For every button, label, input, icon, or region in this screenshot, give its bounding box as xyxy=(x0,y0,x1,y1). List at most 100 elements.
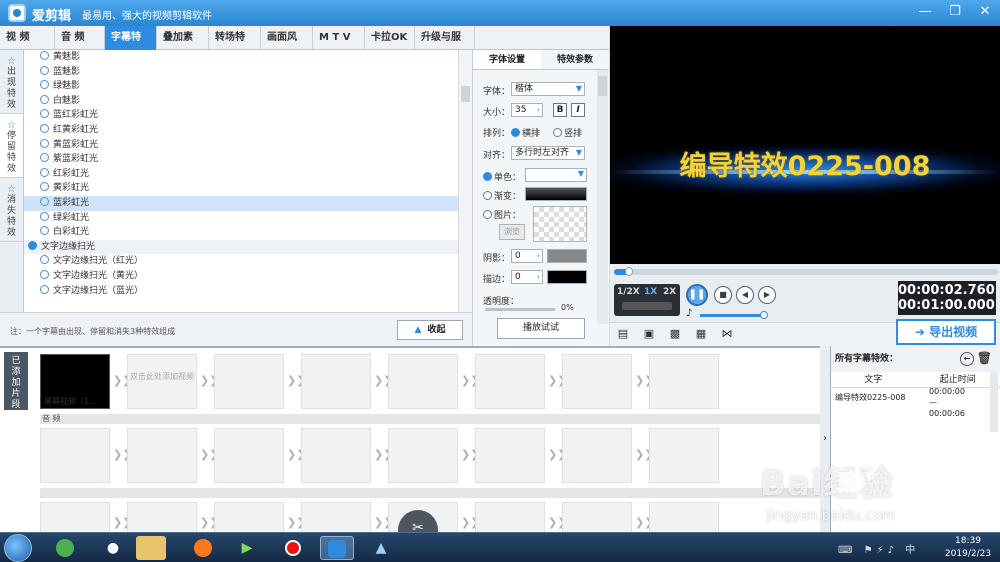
empty-clip-slot[interactable] xyxy=(127,428,197,483)
taskbar-qq-icon[interactable]: ● xyxy=(96,536,130,560)
volume-slider[interactable] xyxy=(700,311,769,319)
effect-item[interactable]: 绿魅影 xyxy=(24,79,458,94)
open-folder-icon[interactable]: ▣ xyxy=(642,327,656,341)
empty-clip-slot[interactable] xyxy=(649,502,719,532)
effect-item[interactable]: 蓝红彩虹光 xyxy=(24,108,458,123)
effect-group-item[interactable]: 文字边缘扫光 xyxy=(24,239,458,255)
arrange-vertical-radio[interactable]: 竖排 xyxy=(553,126,582,139)
empty-clip-slot[interactable] xyxy=(562,354,632,409)
effect-item[interactable]: 蓝彩虹光 xyxy=(24,195,458,211)
menu-tab-styles[interactable]: 画面风格 xyxy=(261,26,313,67)
trash-icon[interactable]: 🗑 xyxy=(977,351,992,365)
effect-item[interactable]: 黄彩虹光 xyxy=(24,181,458,196)
previous-button[interactable]: ◀ xyxy=(736,286,754,304)
empty-clip-slot[interactable] xyxy=(214,354,284,409)
effect-item[interactable]: 白彩虹光 xyxy=(24,225,458,240)
opacity-slider[interactable] xyxy=(485,308,555,311)
effect-item[interactable]: 文字边缘扫光（蓝光） xyxy=(24,284,458,299)
subtitles-scrollbar[interactable] xyxy=(990,372,998,432)
start-button[interactable] xyxy=(4,534,32,562)
taskbar-app-icon[interactable]: ▲ xyxy=(364,536,398,560)
menu-tab-overlay[interactable]: 叠加素材 xyxy=(157,26,209,67)
new-project-icon[interactable]: ▤ xyxy=(616,327,630,341)
effect-item[interactable]: 文字边缘扫光（黄光） xyxy=(24,269,458,284)
vtab-appear[interactable]: ☆ 出现特效 xyxy=(0,50,23,114)
empty-clip-slot[interactable] xyxy=(475,428,545,483)
empty-clip-slot[interactable] xyxy=(301,502,371,532)
effect-item[interactable]: 绿彩虹光 xyxy=(24,211,458,226)
playback-progress[interactable] xyxy=(614,267,998,276)
menu-tab-audio[interactable]: 音 频 xyxy=(55,26,105,50)
speed-2x-button[interactable]: 2X xyxy=(663,287,676,297)
size-input[interactable]: 35 › xyxy=(511,103,543,117)
menu-tab-karaoke[interactable]: 卡拉OK xyxy=(365,26,415,50)
effect-item[interactable]: 黄蓝彩虹光 xyxy=(24,138,458,153)
volume-knob[interactable] xyxy=(760,311,769,319)
keyboard-icon[interactable]: ⌨ xyxy=(838,545,856,556)
empty-clip-slot[interactable] xyxy=(301,354,371,409)
flag-icon[interactable]: ⚑ xyxy=(864,545,877,556)
usb-icon[interactable]: ⚡ xyxy=(877,545,888,556)
gradient-picker[interactable] xyxy=(525,187,587,201)
subtitle-row[interactable]: 编导特效0225-008 00:00:00—00:00:06 xyxy=(831,387,1000,418)
taskbar-firefox-icon[interactable] xyxy=(186,536,220,560)
gradient-radio[interactable]: 渐变： xyxy=(483,189,521,202)
volume-icon[interactable]: ♪ xyxy=(686,308,692,319)
pause-button[interactable]: ❚❚ xyxy=(686,284,708,306)
play-test-button[interactable]: 播放试试 xyxy=(497,318,585,339)
scrollbar-thumb[interactable] xyxy=(598,76,607,96)
tab-font-settings[interactable]: 字体设置 xyxy=(473,50,541,69)
vtab-stay[interactable]: ☆ 停留特效 xyxy=(0,114,23,178)
empty-clip-slot[interactable] xyxy=(562,428,632,483)
speed-half-button[interactable]: 1/2X xyxy=(617,287,640,297)
empty-clip-slot[interactable] xyxy=(649,354,719,409)
minimize-icon[interactable]: — xyxy=(916,3,934,21)
empty-clip-slot[interactable] xyxy=(475,502,545,532)
stroke-input[interactable]: 0 › xyxy=(511,270,543,284)
effect-item[interactable]: 红黄彩虹光 xyxy=(24,123,458,138)
save-icon[interactable]: ▩ xyxy=(668,327,682,341)
empty-clip-slot[interactable] xyxy=(649,428,719,483)
progress-knob[interactable] xyxy=(625,267,634,276)
menu-tab-mtv[interactable]: M T V xyxy=(313,26,365,50)
image-radio[interactable]: 图片： xyxy=(483,208,521,221)
empty-clip-slot[interactable] xyxy=(40,428,110,483)
shadow-input[interactable]: 0 › xyxy=(511,249,543,263)
stop-button[interactable]: ■ xyxy=(714,286,732,304)
taskbar-recorder-icon[interactable] xyxy=(276,536,310,560)
empty-clip-slot[interactable] xyxy=(301,428,371,483)
effect-item[interactable]: 文字边缘扫光（红光） xyxy=(24,254,458,269)
arrange-horizontal-radio[interactable]: 横排 xyxy=(511,126,540,139)
vtab-disappear[interactable]: ☆ 消失特效 xyxy=(0,178,23,242)
menu-tab-video[interactable]: 视 频 xyxy=(0,26,55,50)
empty-clip-slot[interactable] xyxy=(214,502,284,532)
effect-item[interactable]: 蓝魅影 xyxy=(24,65,458,80)
scrollbar-thumb[interactable] xyxy=(461,86,470,102)
bold-button[interactable]: B xyxy=(553,103,567,117)
stroke-color-picker[interactable] xyxy=(547,270,587,284)
save-as-icon[interactable]: ▦ xyxy=(694,327,708,341)
menu-tab-subtitle-effects[interactable]: 字幕特效 xyxy=(105,26,157,67)
empty-clip-slot[interactable] xyxy=(388,428,458,483)
empty-clip-slot[interactable] xyxy=(562,502,632,532)
collapse-button[interactable]: ▲ 收起 xyxy=(397,320,463,340)
speed-slider[interactable] xyxy=(622,302,672,310)
empty-clip-slot[interactable] xyxy=(127,502,197,532)
next-button[interactable]: ▶ xyxy=(758,286,776,304)
empty-clip-slot[interactable] xyxy=(388,354,458,409)
tab-effect-params[interactable]: 特效参数 xyxy=(541,50,609,69)
maximize-icon[interactable]: ❐ xyxy=(946,3,964,21)
language-icon[interactable]: 中 xyxy=(905,545,919,556)
empty-clip-slot[interactable] xyxy=(214,428,284,483)
effect-item[interactable]: 红彩虹光 xyxy=(24,167,458,182)
taskbar-folder-icon[interactable] xyxy=(136,536,166,560)
font-select[interactable]: 楷体 ▼ xyxy=(511,82,585,96)
close-icon[interactable]: ✕ xyxy=(976,3,994,21)
align-select[interactable]: 多行时左对齐 ▼ xyxy=(511,146,585,160)
taskbar-media-icon[interactable]: ▶ xyxy=(230,536,264,560)
menu-tab-transitions[interactable]: 转场特效 xyxy=(209,26,261,67)
browse-button[interactable]: 浏览 xyxy=(499,224,525,240)
back-icon[interactable]: ← xyxy=(960,352,974,366)
volume-tray-icon[interactable]: ♪ xyxy=(888,545,898,556)
taskbar-aijianji-icon[interactable] xyxy=(320,536,354,560)
